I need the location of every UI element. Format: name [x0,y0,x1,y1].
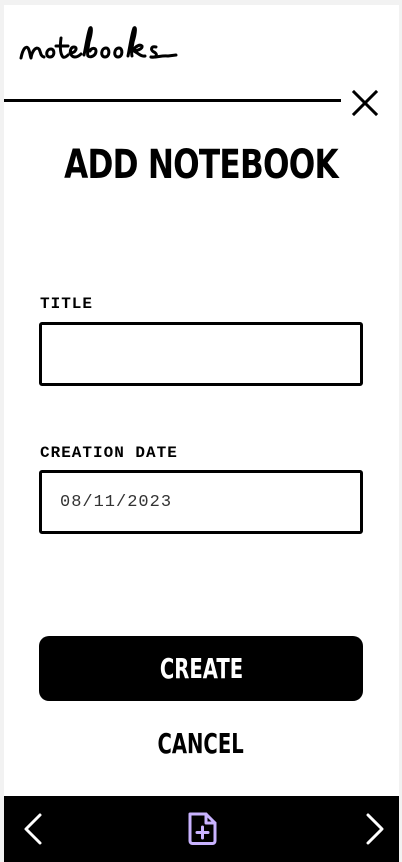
creation-date-input[interactable] [42,473,360,531]
header-divider [4,99,341,102]
previous-button[interactable] [20,811,48,851]
new-notebook-button[interactable] [185,810,219,850]
frame-top [0,0,402,5]
cancel-button[interactable]: CANCEL [0,722,402,764]
close-button[interactable] [348,86,382,120]
close-icon [351,89,379,117]
create-button[interactable]: CREATE [39,636,363,701]
creation-date-field-box [39,470,363,534]
title-label: TITLE [40,295,94,313]
creation-date-label: CREATION DATE [40,444,178,462]
next-button[interactable] [360,811,388,851]
create-button-label: CREATE [159,652,243,685]
chevron-left-icon [24,813,42,845]
bottom-navigation-bar [4,796,399,862]
title-field-box [39,322,363,386]
chevron-right-icon [366,813,384,845]
notebooks-logo [19,26,178,60]
cancel-button-label: CANCEL [157,726,245,760]
title-input[interactable] [42,325,360,383]
file-plus-icon [188,812,217,845]
dialog-title: ADD NOTEBOOK [64,142,338,188]
